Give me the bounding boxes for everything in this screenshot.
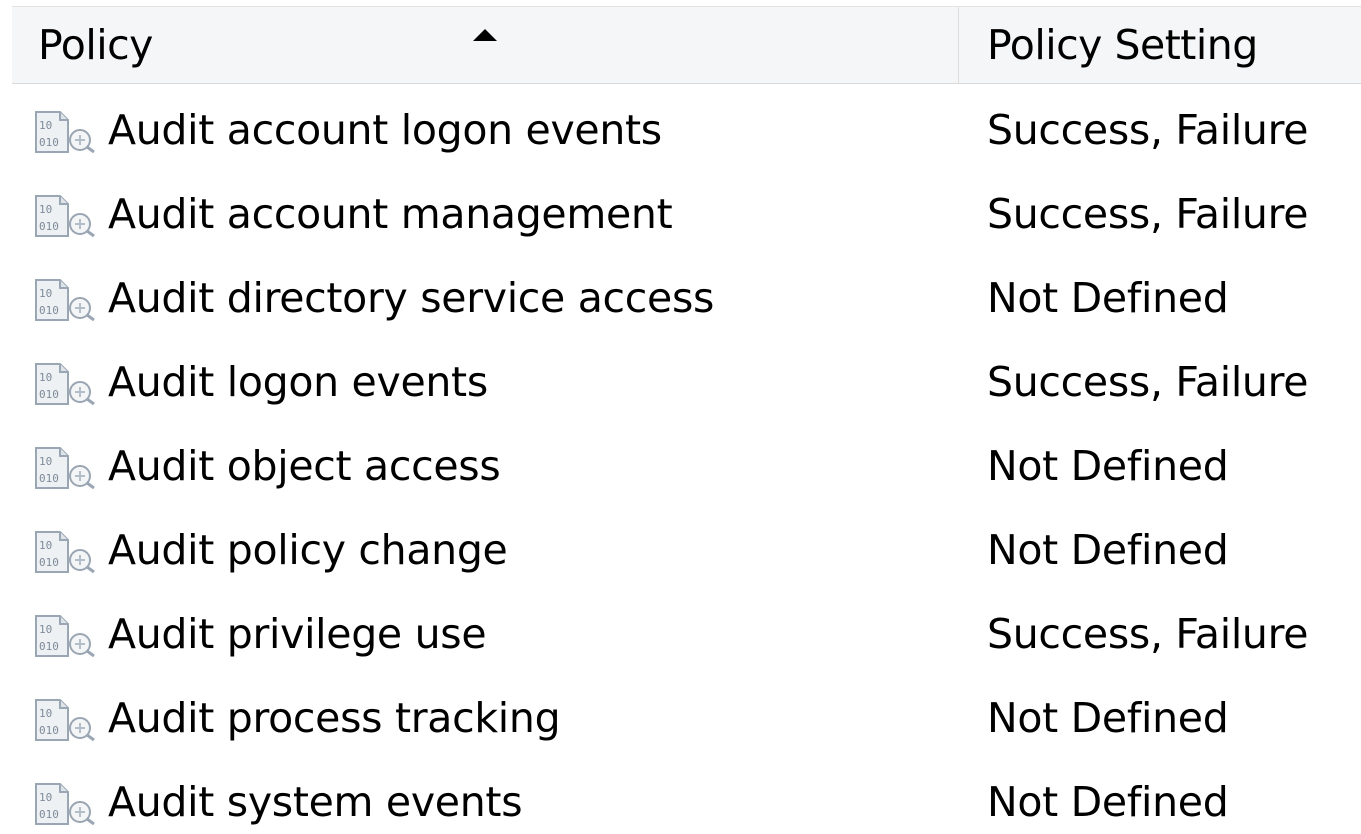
table-row[interactable]: Audit process tracking Not Defined <box>0 676 1361 760</box>
policy-setting: Success, Failure <box>987 106 1309 154</box>
policy-binary-icon <box>34 782 96 826</box>
policy-name: Audit policy change <box>108 526 508 574</box>
policy-name: Audit account logon events <box>108 106 662 154</box>
policy-binary-icon <box>34 110 96 154</box>
policy-name: Audit logon events <box>108 358 488 406</box>
sort-ascending-icon <box>473 29 497 41</box>
policy-binary-icon <box>34 614 96 658</box>
policy-binary-icon <box>34 530 96 574</box>
table-row[interactable]: Audit logon events Success, Failure <box>0 340 1361 424</box>
policy-binary-icon <box>34 278 96 322</box>
table-row[interactable]: Audit system events Not Defined <box>0 760 1361 834</box>
policy-setting: Success, Failure <box>987 190 1309 238</box>
policy-rows: Audit account logon events Success, Fail… <box>0 88 1361 834</box>
table-row[interactable]: Audit privilege use Success, Failure <box>0 592 1361 676</box>
policy-setting: Not Defined <box>987 442 1229 490</box>
table-row[interactable]: Audit directory service access Not Defin… <box>0 256 1361 340</box>
table-row[interactable]: Audit account logon events Success, Fail… <box>0 88 1361 172</box>
policy-setting: Success, Failure <box>987 358 1309 406</box>
policy-list-view: Policy Policy Setting Audit account logo… <box>0 0 1361 834</box>
policy-binary-icon <box>34 446 96 490</box>
policy-setting: Not Defined <box>987 778 1229 826</box>
policy-name: Audit system events <box>108 778 523 826</box>
policy-binary-icon <box>34 698 96 742</box>
policy-name: Audit account management <box>108 190 673 238</box>
column-header-policy-setting-label: Policy Setting <box>987 21 1258 69</box>
policy-name: Audit privilege use <box>108 610 487 658</box>
column-header-policy-label: Policy <box>38 21 153 69</box>
policy-binary-icon <box>34 362 96 406</box>
policy-setting: Not Defined <box>987 694 1229 742</box>
policy-name: Audit object access <box>108 442 501 490</box>
policy-setting: Success, Failure <box>987 610 1309 658</box>
policy-name: Audit directory service access <box>108 274 715 322</box>
policy-name: Audit process tracking <box>108 694 561 742</box>
policy-binary-icon <box>34 194 96 238</box>
column-header-policy-setting[interactable]: Policy Setting <box>959 7 1361 83</box>
policy-setting: Not Defined <box>987 274 1229 322</box>
column-header-policy[interactable]: Policy <box>12 7 958 83</box>
table-row[interactable]: Audit policy change Not Defined <box>0 508 1361 592</box>
list-header: Policy Policy Setting <box>12 6 1361 84</box>
table-row[interactable]: Audit object access Not Defined <box>0 424 1361 508</box>
table-row[interactable]: Audit account management Success, Failur… <box>0 172 1361 256</box>
policy-setting: Not Defined <box>987 526 1229 574</box>
